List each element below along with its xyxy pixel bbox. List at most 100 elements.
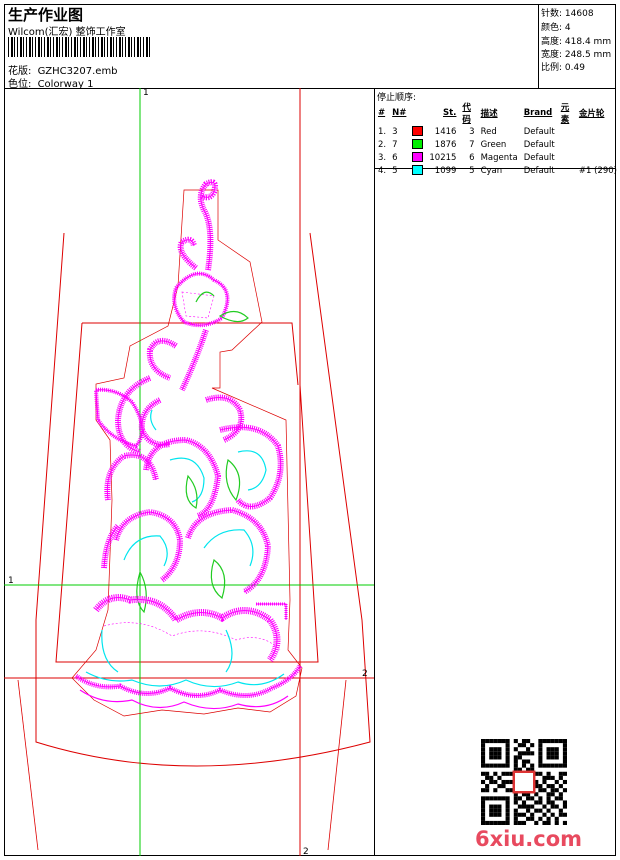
qr-module	[542, 820, 547, 825]
qr-module	[554, 788, 559, 793]
qr-module	[489, 796, 494, 801]
qr-module	[546, 808, 551, 813]
qr-module	[485, 820, 490, 825]
qr-module	[501, 820, 506, 825]
qr-module	[562, 820, 567, 825]
garment-edge-right	[327, 679, 347, 851]
qr-module	[493, 796, 498, 801]
qr-module	[550, 763, 555, 768]
axis-label-right: 2	[362, 669, 368, 679]
qr-module	[554, 747, 559, 752]
qr-module	[481, 751, 486, 756]
qr-module	[554, 763, 559, 768]
qr-module	[517, 820, 522, 825]
qr-module	[513, 759, 518, 764]
qr-module	[546, 751, 551, 756]
qr-module	[485, 796, 490, 801]
qr-module	[489, 808, 494, 813]
qr-module	[546, 816, 551, 821]
qr-module	[481, 820, 486, 825]
qr-module	[481, 739, 486, 744]
qr-module	[489, 820, 494, 825]
leaf-6	[136, 570, 147, 614]
qr-module	[485, 784, 490, 789]
qr-module	[505, 804, 510, 809]
qr-module	[546, 784, 551, 789]
qr-module	[554, 796, 559, 801]
qr-module	[538, 784, 543, 789]
qr-module	[530, 812, 535, 817]
lower-left-fill	[101, 629, 119, 673]
qr-module	[493, 739, 498, 744]
qr-module	[538, 800, 543, 805]
qr-module	[550, 739, 555, 744]
qr-module	[538, 743, 543, 748]
qr-module	[493, 771, 498, 776]
qr-module	[562, 800, 567, 805]
scroll-6-fill	[123, 535, 168, 567]
qr-module	[489, 804, 494, 809]
qr-module	[562, 763, 567, 768]
qr-module	[493, 804, 498, 809]
qr-module	[546, 763, 551, 768]
qr-module	[554, 739, 559, 744]
qr-module	[505, 796, 510, 801]
qr-module	[542, 739, 547, 744]
qr-module	[489, 755, 494, 760]
scroll-1-inner	[138, 397, 171, 448]
qr-module	[481, 788, 486, 793]
qr-module	[493, 812, 498, 817]
qr-module	[505, 755, 510, 760]
watermark: 6xiu.com	[475, 827, 583, 851]
qr-module	[562, 812, 567, 817]
qr-module	[485, 775, 490, 780]
qr-module	[505, 812, 510, 817]
qr-module	[530, 751, 535, 756]
qr-module	[493, 763, 498, 768]
qr-module	[505, 751, 510, 756]
qr-module	[481, 771, 486, 776]
qr-module	[513, 747, 518, 752]
qr-module	[530, 816, 535, 821]
leaf-5	[225, 458, 241, 502]
qr-module	[517, 743, 522, 748]
qr-module	[542, 804, 547, 809]
qr-module	[542, 775, 547, 780]
qr-module	[489, 747, 494, 752]
qr-module	[546, 771, 551, 776]
axis-label-top: 1	[143, 88, 149, 98]
qr-module	[562, 751, 567, 756]
qr-module	[546, 747, 551, 752]
qr-module	[526, 796, 531, 801]
qr-module	[546, 800, 551, 805]
qr-module	[550, 755, 555, 760]
qr-module	[526, 747, 531, 752]
qr-module	[538, 808, 543, 813]
qr-module	[493, 751, 498, 756]
scroll-4	[143, 436, 222, 519]
qr-module	[558, 808, 563, 813]
qr-module	[501, 739, 506, 744]
design-boundary	[71, 189, 303, 717]
qr-module	[493, 820, 498, 825]
embroidery-canvas	[4, 88, 374, 856]
qr-module	[481, 796, 486, 801]
qr-module	[550, 800, 555, 805]
qr-module	[505, 820, 510, 825]
qr-module	[497, 751, 502, 756]
qr-module	[521, 743, 527, 748]
qr-module	[554, 755, 559, 760]
qr-module	[513, 755, 518, 760]
qr-module	[526, 759, 531, 764]
qr-module	[538, 771, 543, 776]
qr-module	[481, 779, 486, 785]
qr-module	[481, 812, 486, 817]
flower-leaf-inner	[195, 291, 215, 303]
qr-module	[558, 812, 563, 817]
scroll-8	[101, 523, 121, 569]
qr-module	[489, 775, 494, 780]
qr-module	[521, 800, 527, 805]
qr-module	[526, 804, 531, 809]
qr-module	[513, 763, 518, 768]
leaf-4	[185, 474, 198, 509]
